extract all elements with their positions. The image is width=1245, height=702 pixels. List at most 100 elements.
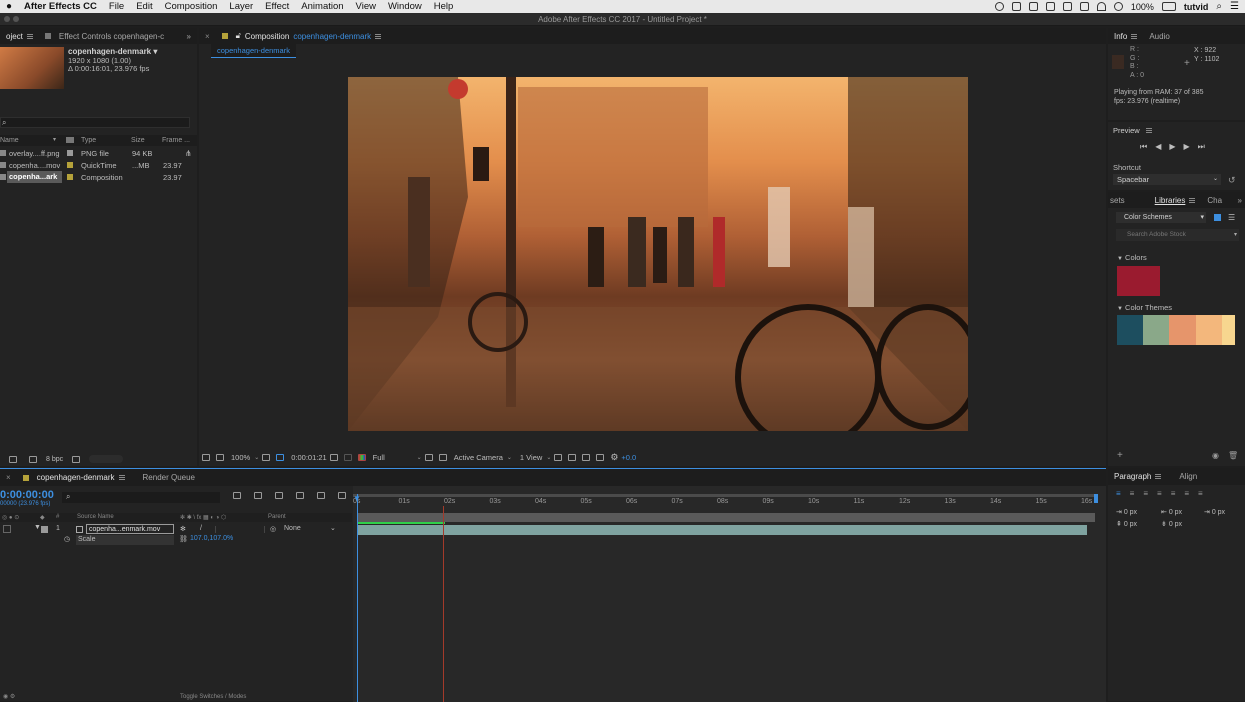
- project-item-name[interactable]: copenhagen-denmark ▾: [68, 47, 157, 56]
- timeline-navigator[interactable]: [357, 513, 1095, 522]
- composition-viewer[interactable]: [348, 77, 968, 431]
- scale-value[interactable]: 107.0,107.0%: [190, 535, 233, 542]
- justify-right-icon[interactable]: ≡: [1184, 489, 1189, 498]
- motion-blur-icon[interactable]: [317, 492, 325, 499]
- av-features-icon[interactable]: ◎ ● ⊙: [2, 514, 19, 521]
- frame-blending-icon[interactable]: [296, 492, 304, 499]
- 3d-renderer-icon[interactable]: [582, 453, 591, 461]
- theme-color-chip[interactable]: [1117, 315, 1144, 345]
- panel-menu-icon[interactable]: [1131, 33, 1138, 39]
- zoom-dropdown-icon[interactable]: ⌄: [254, 454, 259, 461]
- justify-all-icon[interactable]: ≡: [1198, 489, 1203, 498]
- space-before-field[interactable]: ⇞ 0 px: [1116, 520, 1137, 528]
- battery-percent[interactable]: 100%: [1131, 2, 1154, 12]
- timeline-search-input[interactable]: ⌕: [62, 492, 220, 503]
- panel-menu-icon[interactable]: [1155, 474, 1162, 479]
- theme-color-chip[interactable]: [1195, 315, 1222, 345]
- timeline-current-time[interactable]: 0:00:00:00: [0, 489, 54, 501]
- trash-icon[interactable]: 🗑︎: [1228, 451, 1238, 460]
- graph-editor-icon[interactable]: [338, 492, 346, 499]
- user-name[interactable]: tutvid: [1184, 2, 1209, 12]
- shy-switch-icon[interactable]: ✻: [180, 525, 186, 533]
- time-machine-icon[interactable]: [994, 2, 1004, 11]
- last-frame-icon[interactable]: ⏭︎: [1198, 142, 1205, 152]
- tab-cha[interactable]: Cha: [1201, 192, 1228, 208]
- minimize-window-button[interactable]: [13, 16, 19, 22]
- wifi-icon[interactable]: [1096, 2, 1106, 11]
- work-area-end-handle[interactable]: [1094, 494, 1098, 503]
- justify-left-icon[interactable]: ≡: [1157, 489, 1162, 498]
- label-color-swatch[interactable]: [67, 150, 73, 156]
- panel-overflow-icon[interactable]: »: [181, 28, 197, 44]
- close-tab-icon[interactable]: ×: [199, 28, 216, 44]
- close-tab-icon[interactable]: ×: [0, 470, 17, 486]
- indent-left-field[interactable]: ⇥ 0 px: [1116, 508, 1137, 516]
- colors-section[interactable]: ▼ Colors: [1117, 253, 1147, 262]
- comp-breadcrumb[interactable]: copenhagen-denmark: [211, 44, 296, 58]
- cloud-icon[interactable]: [1045, 2, 1055, 11]
- toggle-pixel-aspect-icon[interactable]: [554, 453, 563, 461]
- menu-app-name[interactable]: After Effects CC: [18, 1, 103, 12]
- monitor-icon[interactable]: [216, 453, 224, 461]
- lock-icon[interactable]: 🔓︎: [236, 31, 241, 41]
- tab-effect-controls[interactable]: Effect Controls copenhagen-c: [39, 28, 170, 44]
- shortcut-select[interactable]: Spacebar ⌄: [1113, 174, 1221, 185]
- bit-depth-button[interactable]: 8 bpc: [46, 456, 63, 463]
- grid-icon[interactable]: [1028, 2, 1038, 11]
- menu-effect[interactable]: Effect: [259, 1, 295, 12]
- resolution-select[interactable]: Full: [373, 453, 413, 462]
- library-select[interactable]: Color Schemes ▾: [1116, 212, 1206, 223]
- fast-preview-icon[interactable]: [424, 453, 433, 461]
- spotlight-search-icon[interactable]: ⌕: [1216, 1, 1222, 12]
- apple-menu-icon[interactable]: ●: [0, 1, 18, 12]
- first-frame-icon[interactable]: ⏮︎: [1140, 142, 1147, 152]
- col-frame[interactable]: Frame ...: [162, 137, 190, 144]
- new-folder-icon[interactable]: [9, 455, 17, 463]
- current-time-indicator[interactable]: [357, 494, 358, 702]
- project-row-overlay[interactable]: overlay....ff.png PNG file 94 KB ⋔: [0, 147, 197, 159]
- active-camera-select[interactable]: Active Camera: [454, 453, 503, 462]
- draft-3d-icon[interactable]: [254, 492, 262, 499]
- panel-menu-icon[interactable]: [1189, 197, 1196, 203]
- parent-select[interactable]: None: [284, 525, 301, 532]
- current-time-display[interactable]: 0:00:01:21: [291, 453, 326, 462]
- color-channel-icon[interactable]: [357, 453, 366, 461]
- project-search-input[interactable]: ⌕: [0, 117, 190, 128]
- tab-libraries[interactable]: Libraries: [1149, 192, 1202, 208]
- layer-name[interactable]: copenha...enmark.mov: [86, 524, 174, 534]
- col-type[interactable]: Type: [81, 137, 96, 144]
- justify-center-icon[interactable]: ≡: [1171, 489, 1176, 498]
- panel-menu-icon[interactable]: [1145, 128, 1152, 133]
- region-of-interest-icon[interactable]: [276, 453, 285, 461]
- list-view-icon[interactable]: ☰: [1228, 213, 1235, 222]
- view-layout-select[interactable]: 1 View: [520, 453, 542, 462]
- layer-label-color[interactable]: [41, 526, 48, 533]
- tab-info[interactable]: Info: [1108, 28, 1143, 44]
- exposure-value[interactable]: +0.0: [621, 453, 636, 462]
- comp-mini-flowchart-icon[interactable]: [233, 492, 241, 499]
- tab-project[interactable]: oject: [0, 28, 39, 44]
- time-ruler[interactable]: 0s01s02s03s04s05s06s07s08s09s10s11s12s13…: [353, 498, 1095, 510]
- tab-sets[interactable]: sets: [1108, 192, 1131, 208]
- previous-frame-icon[interactable]: ◀︎: [1155, 142, 1161, 152]
- layer-row[interactable]: ▼ 1 copenha...enmark.mov ✻ / ◎ None ⌄: [0, 524, 352, 535]
- flowchart-icon[interactable]: [596, 453, 605, 461]
- display-icon[interactable]: [1062, 2, 1072, 11]
- shy-layers-icon[interactable]: [275, 492, 283, 499]
- layer-duration-bar[interactable]: [357, 525, 1087, 535]
- expand-triangle-icon[interactable]: ▼: [34, 524, 41, 531]
- theme-color-chip[interactable]: [1221, 315, 1235, 345]
- show-snapshot-icon[interactable]: [343, 453, 352, 461]
- footer-icons[interactable]: ◉ ⚙︎: [3, 693, 15, 700]
- menu-window[interactable]: Window: [382, 1, 428, 12]
- safe-margins-icon[interactable]: [262, 453, 271, 461]
- panel-overflow-icon[interactable]: »: [1232, 192, 1245, 208]
- label-color-swatch[interactable]: [67, 174, 73, 180]
- thumbnail-slider[interactable]: [89, 455, 124, 463]
- space-after-field[interactable]: ⇟ 0 px: [1161, 520, 1182, 528]
- col-size[interactable]: Size: [131, 137, 145, 144]
- transparency-grid-icon[interactable]: [438, 453, 447, 461]
- switch-boxes[interactable]: [215, 526, 265, 533]
- clock-icon[interactable]: [1113, 2, 1123, 11]
- chevron-down-icon[interactable]: ⌄: [330, 524, 336, 532]
